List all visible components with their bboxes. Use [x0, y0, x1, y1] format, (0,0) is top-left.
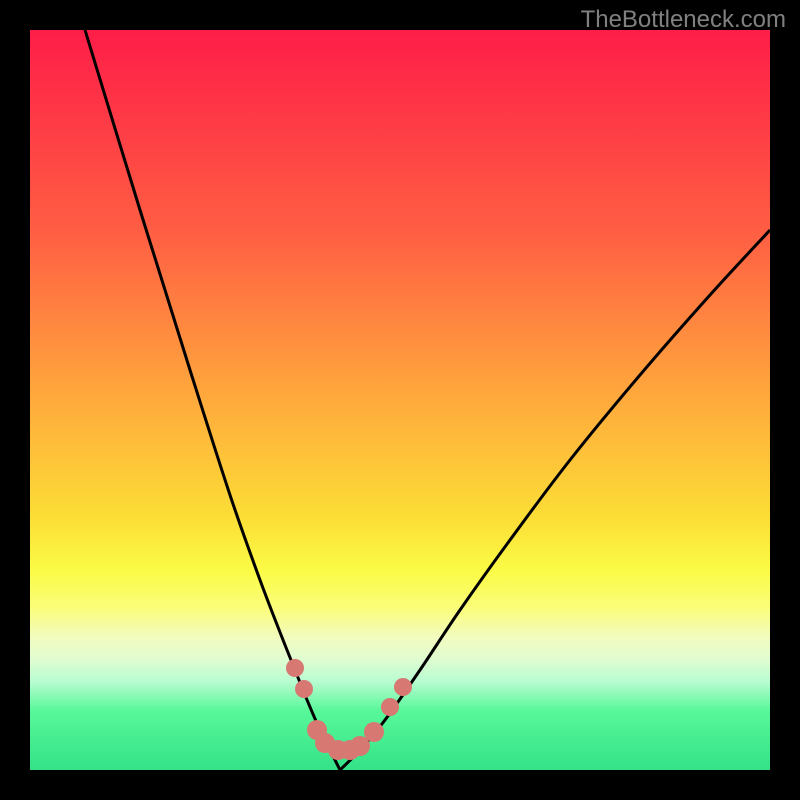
chart-frame	[30, 30, 770, 770]
marker-point-7	[364, 722, 384, 742]
marker-point-1	[295, 680, 313, 698]
marker-point-0	[286, 659, 304, 677]
marker-point-8	[381, 698, 399, 716]
curve-left-curve	[85, 30, 340, 770]
curve-group	[85, 30, 770, 770]
watermark-text: TheBottleneck.com	[581, 6, 786, 34]
marker-point-9	[394, 678, 412, 696]
chart-svg	[30, 30, 770, 770]
marker-group	[286, 659, 412, 760]
